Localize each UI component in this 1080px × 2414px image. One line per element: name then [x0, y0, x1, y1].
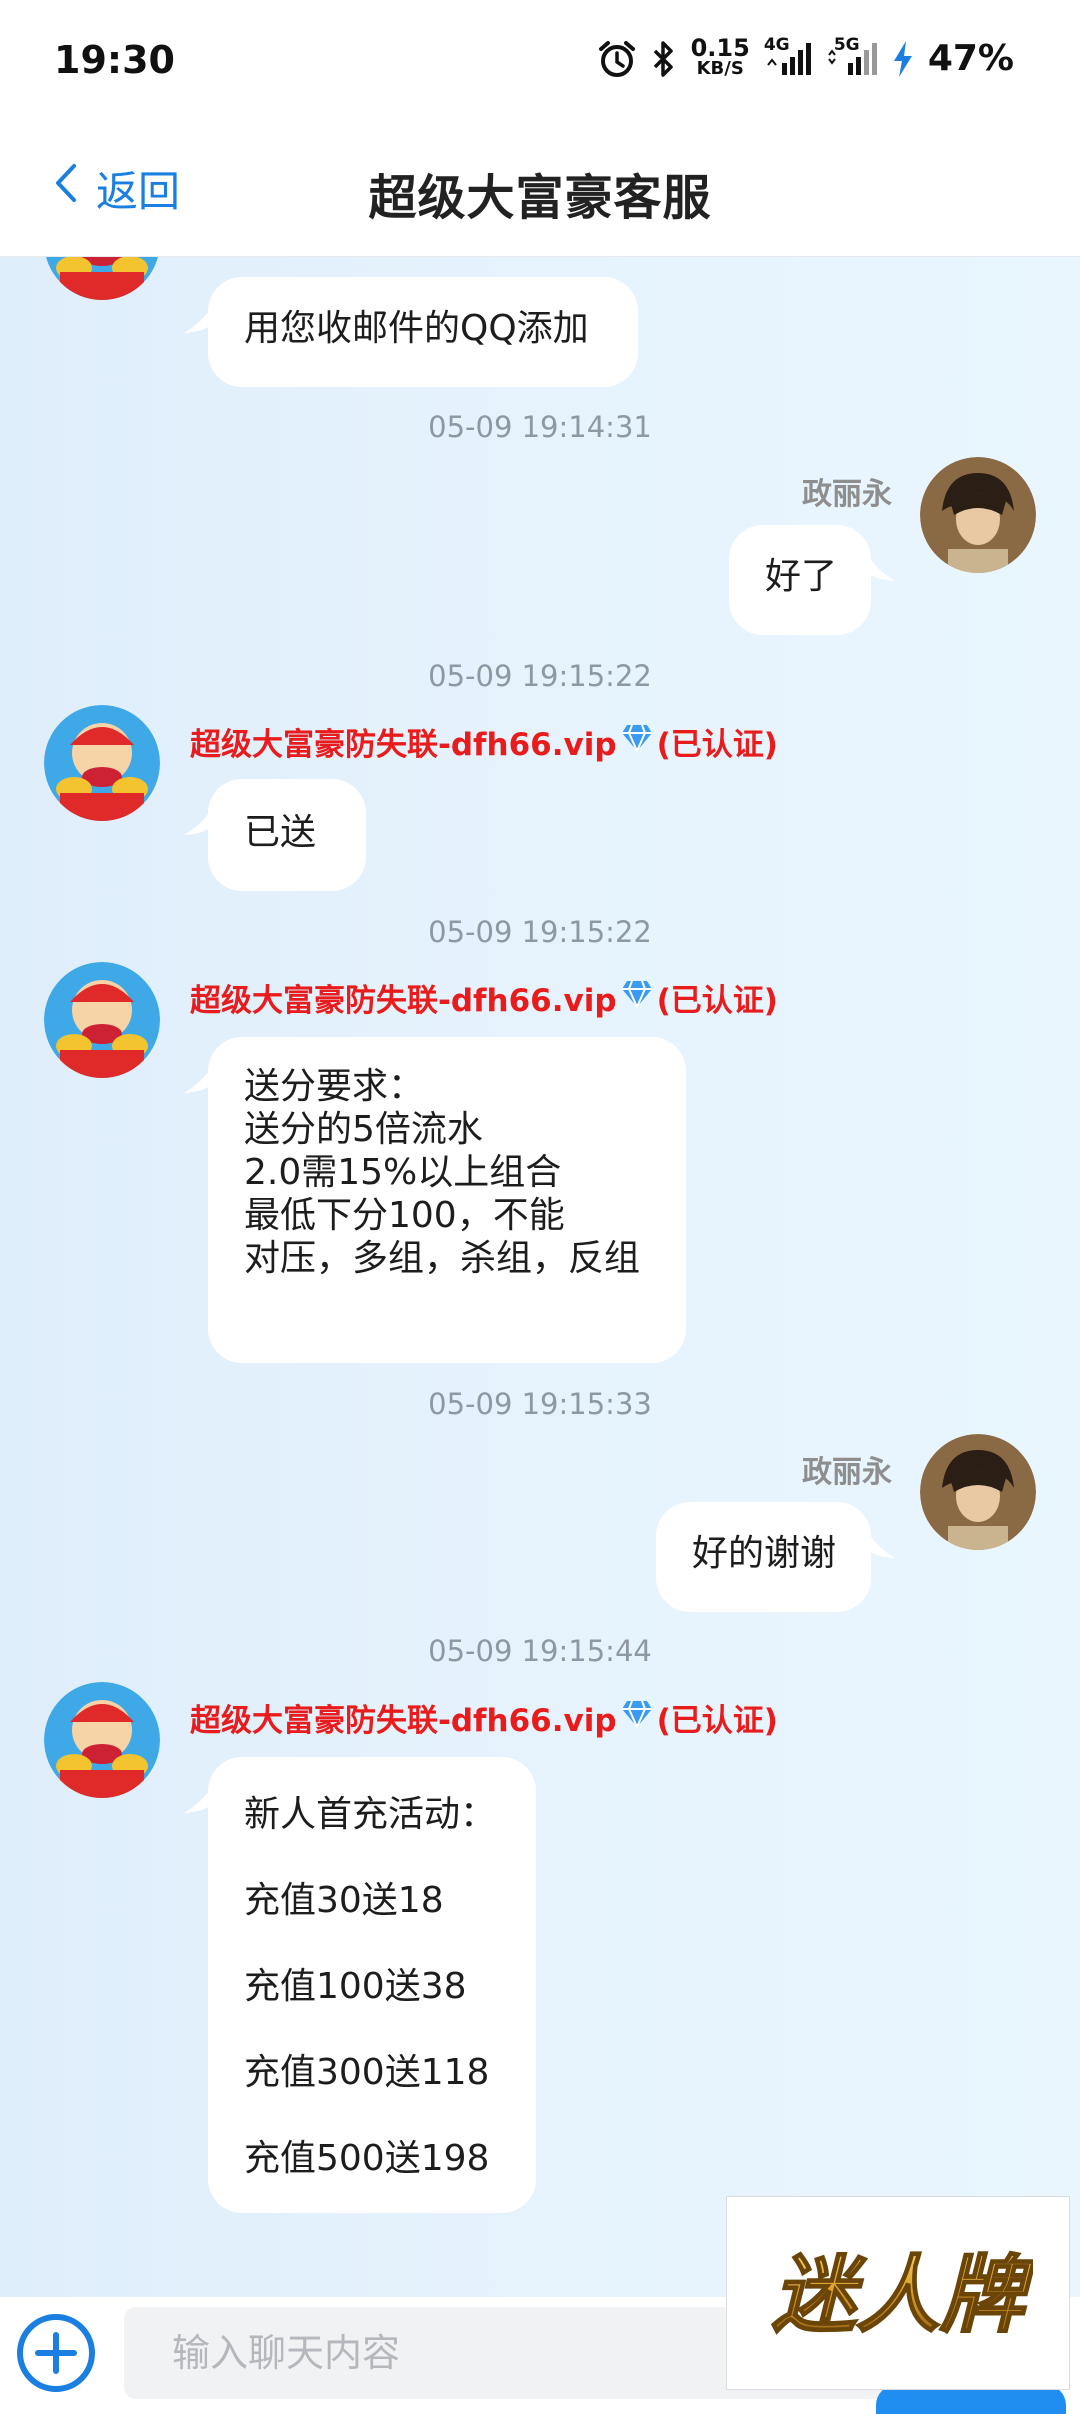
sender-name: 政丽永 [802, 477, 892, 512]
message-bubble[interactable]: 送分要求： 送分的5倍流水 2.0需15%以上组合 最低下分100，不能 对压，… [184, 1037, 686, 1363]
message-text: 充值30送18 [244, 1880, 444, 1921]
diamond-verified-icon [621, 1699, 653, 1737]
plus-circle-icon [17, 2314, 95, 2392]
diamond-verified-icon [621, 723, 653, 761]
avatar[interactable] [44, 257, 160, 300]
add-attachment-button[interactable] [14, 2311, 98, 2395]
message-text: 用您收邮件的QQ添加 [244, 308, 589, 349]
message-bubble[interactable]: 已送 [184, 779, 366, 891]
diamond-verified-icon [621, 979, 653, 1017]
message-text: 新人首充活动： [244, 1794, 497, 1835]
message-timestamp: 05-09 19:15:22 [428, 915, 652, 949]
avatar[interactable] [44, 1682, 160, 1798]
sender-name: 政丽永 [802, 1455, 892, 1490]
message-text: 送分的5倍流水 [244, 1109, 483, 1150]
signal-icon: 4G [764, 35, 812, 77]
page-title: 超级大富豪客服 [368, 170, 712, 226]
watermark-logo: 迷人牌 [726, 2196, 1070, 2390]
avatar[interactable] [44, 705, 160, 821]
net-speed: 0.15 KB/S [690, 34, 750, 79]
alarm-icon [597, 39, 637, 79]
message-text: 充值100送38 [244, 1966, 467, 2007]
watermark-text: 迷人牌 [772, 2246, 1033, 2344]
message-bubble[interactable]: 好的谢谢 [656, 1502, 895, 1612]
message-timestamp: 05-09 19:14:31 [428, 410, 652, 444]
avatar[interactable] [44, 962, 160, 1078]
message-bubble[interactable]: 新人首充活动： 充值30送18 充值100送38 充值300送118 充值500… [184, 1757, 536, 2213]
message-timestamp: 05-09 19:15:44 [428, 1634, 652, 1668]
message-text: 已送 [244, 812, 317, 853]
signal-icon: 5G [826, 35, 878, 77]
message-text: 送分要求： [244, 1066, 425, 1107]
charging-icon [892, 40, 914, 78]
message-timestamp: 05-09 19:15:22 [428, 659, 652, 693]
status-bar: 19:30 0.15 KB/S 4G 5G 47% [0, 0, 1080, 128]
chat-area[interactable]: 用您收邮件的QQ添加 05-09 19:14:31 政丽永 好了 05-09 1… [0, 257, 1080, 2297]
sender-name: 超级大富豪防失联-dfh66.vip (已认证) [190, 975, 778, 1020]
status-time: 19:30 [54, 38, 175, 82]
message-text: 充值500送198 [244, 2138, 490, 2179]
nav-bar: 返回 超级大富豪客服 [0, 128, 1080, 257]
bluetooth-icon [651, 39, 677, 79]
message-text: 充值300送118 [244, 2052, 490, 2093]
message-bubble[interactable]: 用您收邮件的QQ添加 [184, 277, 638, 387]
message-text: 好了 [765, 556, 838, 597]
message-timestamp: 05-09 19:15:33 [428, 1387, 652, 1421]
message-text: 对压，多组，杀组，反组 [244, 1238, 641, 1279]
message-text: 最低下分100，不能 [244, 1195, 565, 1236]
avatar[interactable] [920, 1434, 1036, 1550]
sender-name: 超级大富豪防失联-dfh66.vip (已认证) [190, 719, 778, 764]
battery-percent: 47% [927, 38, 1014, 79]
sender-name: 超级大富豪防失联-dfh66.vip (已认证) [190, 1695, 778, 1740]
status-icons: 0.15 KB/S 4G 5G 47% [597, 34, 1014, 79]
message-bubble[interactable]: 好了 [729, 525, 895, 635]
avatar[interactable] [920, 457, 1036, 573]
message-text: 2.0需15%以上组合 [244, 1152, 562, 1193]
message-text: 好的谢谢 [692, 1533, 837, 1574]
